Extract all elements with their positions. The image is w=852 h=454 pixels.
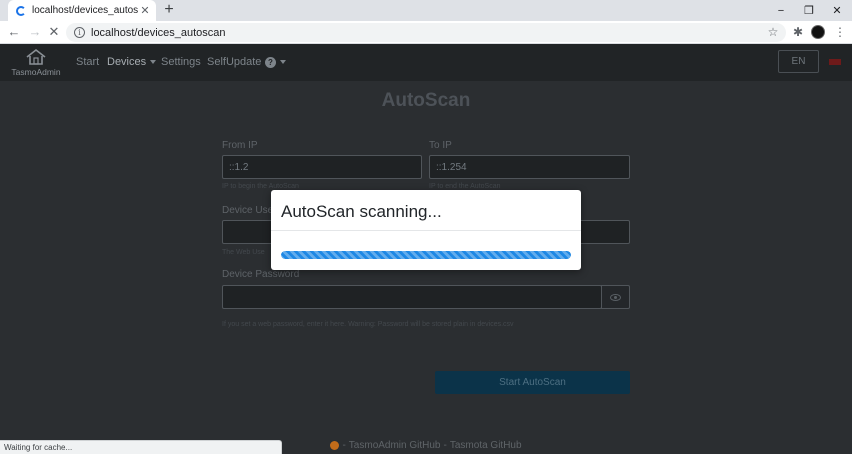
github-icon <box>330 441 340 450</box>
minimize-button[interactable]: − <box>766 0 796 21</box>
to-ip-label: To IP <box>429 140 452 151</box>
stop-loading-button[interactable]: ✕ <box>46 24 62 40</box>
brand-link[interactable]: TasmoAdmin <box>10 48 62 80</box>
footer-separator: - <box>443 440 447 451</box>
nav-devices-label: Devices <box>107 56 147 68</box>
back-button[interactable]: ← <box>6 24 22 40</box>
scan-progress-bar <box>281 251 571 259</box>
browser-status-bar: Waiting for cache... <box>0 440 282 454</box>
extensions-puzzle-icon[interactable]: ✱ <box>790 24 806 40</box>
forward-button[interactable]: → <box>27 24 43 40</box>
tab-title: localhost/devices_autoscan <box>32 5 138 16</box>
nav-help[interactable]: ? <box>265 56 286 68</box>
profile-avatar[interactable] <box>811 25 825 39</box>
new-tab-button[interactable]: + <box>161 2 177 18</box>
restore-button[interactable]: ❐ <box>794 0 824 21</box>
device-password-hint: If you set a web password, enter it here… <box>222 321 514 328</box>
chevron-down-icon <box>280 60 286 65</box>
eye-icon <box>610 293 621 301</box>
chevron-down-icon <box>150 60 157 65</box>
device-password-label: Device Password <box>222 269 300 280</box>
app-navbar: TasmoAdmin Start Devices Settings SelfUp… <box>0 44 852 81</box>
nav-start[interactable]: Start <box>76 56 99 68</box>
nav-selfupdate[interactable]: SelfUpdate <box>207 56 261 68</box>
tasmoadmin-github-link[interactable]: TasmoAdmin GitHub <box>349 440 441 451</box>
to-ip-hint: IP to end the AutoScan <box>429 183 501 190</box>
window-close-button[interactable]: ✕ <box>822 0 852 21</box>
nav-devices[interactable]: Devices <box>107 56 157 68</box>
device-user-label: Device Use <box>222 205 274 216</box>
modal-divider <box>271 230 581 231</box>
loading-spinner-icon <box>16 5 26 16</box>
language-button[interactable]: EN <box>778 50 819 73</box>
flag-icon[interactable] <box>829 59 841 65</box>
browser-menu-icon[interactable]: ⋮ <box>832 24 848 40</box>
browser-tab[interactable]: localhost/devices_autoscan ✕ <box>8 0 156 21</box>
from-ip-input[interactable]: ::1.2 <box>222 155 422 179</box>
address-url: localhost/devices_autoscan <box>91 26 226 39</box>
site-info-icon[interactable]: i <box>74 27 85 38</box>
from-ip-label: From IP <box>222 140 258 151</box>
scan-progress-fill <box>281 251 571 259</box>
to-ip-input[interactable]: ::1.254 <box>429 155 630 179</box>
house-logo-icon <box>26 48 46 65</box>
device-user-hint: The Web Use <box>222 249 265 256</box>
start-autoscan-button[interactable]: Start AutoScan <box>435 371 630 394</box>
address-bar[interactable]: i localhost/devices_autoscan <box>66 23 786 42</box>
browser-tab-strip: localhost/devices_autoscan ✕ + − ❐ ✕ <box>0 0 852 21</box>
browser-toolbar: ← → ✕ i localhost/devices_autoscan ☆ ✱ ⋮ <box>0 21 852 44</box>
autoscan-modal: AutoScan scanning... <box>271 190 581 270</box>
nav-settings[interactable]: Settings <box>161 56 201 68</box>
from-ip-hint: IP to begin the AutoScan <box>222 183 299 190</box>
tab-close-icon[interactable]: ✕ <box>138 4 152 17</box>
tasmota-github-link[interactable]: Tasmota GitHub <box>450 440 522 451</box>
show-password-button[interactable] <box>601 285 630 309</box>
page-title: AutoScan <box>381 90 471 111</box>
footer-separator: - <box>342 440 346 451</box>
modal-title: AutoScan scanning... <box>281 202 442 221</box>
help-question-icon: ? <box>265 56 276 68</box>
device-password-input[interactable] <box>222 285 602 309</box>
brand-name: TasmoAdmin <box>11 67 61 77</box>
bookmark-star-icon[interactable]: ☆ <box>765 24 781 40</box>
